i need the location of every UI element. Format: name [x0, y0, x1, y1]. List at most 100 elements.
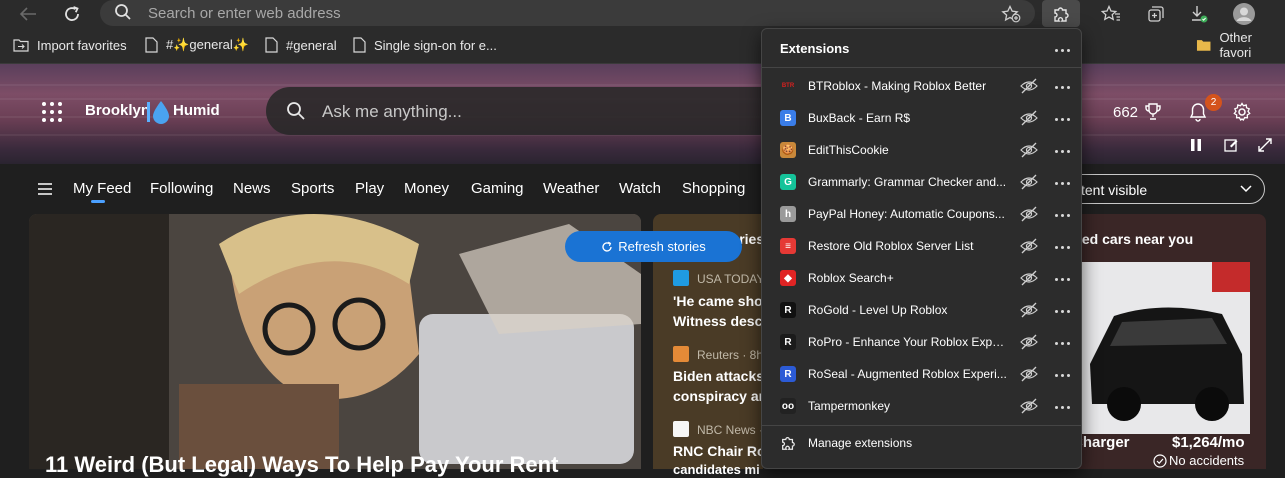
apps-grid-icon[interactable]	[42, 102, 62, 122]
pause-icon[interactable]	[1187, 136, 1205, 154]
favorite-general[interactable]: #general	[265, 27, 337, 63]
hide-from-toolbar-icon[interactable]	[1020, 206, 1038, 222]
story-source: NBC News ·	[697, 423, 764, 437]
story-headline[interactable]: 'He came shoo	[673, 293, 771, 309]
active-tab-indicator	[91, 200, 105, 203]
favorites-icon[interactable]	[1098, 0, 1124, 27]
nav-play[interactable]: Play	[355, 180, 384, 197]
extension-item[interactable]: ◆ Roblox Search+	[762, 262, 1081, 294]
page-icon	[265, 37, 278, 53]
rewards-points[interactable]: 662	[1113, 104, 1138, 121]
nav-following[interactable]: Following	[150, 180, 213, 197]
extension-item[interactable]: h PayPal Honey: Automatic Coupons...	[762, 198, 1081, 230]
extension-more-options-icon[interactable]	[1052, 107, 1072, 127]
usa-today-logo-icon	[673, 270, 689, 286]
extensions-panel-more-icon[interactable]	[1052, 38, 1072, 58]
refresh-icon[interactable]	[58, 0, 86, 27]
hide-from-toolbar-icon[interactable]	[1020, 334, 1038, 350]
weather-condition[interactable]: Humid	[173, 102, 220, 119]
nav-watch[interactable]: Watch	[619, 180, 661, 197]
cars-near-you-card[interactable]	[1062, 214, 1266, 469]
fullscreen-expand-icon[interactable]	[1256, 136, 1274, 154]
nav-sports[interactable]: Sports	[291, 180, 334, 197]
favorite-general-sparkle[interactable]: #✨general✨	[145, 27, 249, 63]
extension-item[interactable]: 🍪 EditThisCookie	[762, 134, 1081, 166]
car-note: No accidents	[1153, 453, 1244, 468]
favorite-sso[interactable]: Single sign-on for e...	[353, 27, 497, 63]
extension-item[interactable]: B BuxBack - Earn R$	[762, 102, 1081, 134]
extension-more-options-icon[interactable]	[1052, 299, 1072, 319]
back-icon[interactable]	[14, 0, 42, 27]
extension-more-options-icon[interactable]	[1052, 331, 1072, 351]
extension-more-options-icon[interactable]	[1052, 203, 1072, 223]
extension-more-options-icon[interactable]	[1052, 171, 1072, 191]
extension-more-options-icon[interactable]	[1052, 267, 1072, 287]
hide-from-toolbar-icon[interactable]	[1020, 302, 1038, 318]
nav-shopping[interactable]: Shopping	[682, 180, 745, 197]
favorite-import[interactable]: Import favorites	[13, 27, 127, 63]
extension-item[interactable]: R RoPro - Enhance Your Roblox Expe...	[762, 326, 1081, 358]
nav-money[interactable]: Money	[404, 180, 449, 197]
hide-from-toolbar-icon[interactable]	[1020, 398, 1038, 414]
story-headline[interactable]: candidates mi	[673, 462, 760, 477]
page-header-banner: Brooklyn Humid 662 2	[0, 64, 1285, 164]
extension-more-options-icon[interactable]	[1052, 235, 1072, 255]
extension-logo-icon: h	[780, 206, 796, 222]
extension-item[interactable]: G Grammarly: Grammar Checker and...	[762, 166, 1081, 198]
extension-item[interactable]: R RoGold - Level Up Roblox	[762, 294, 1081, 326]
extension-logo-icon: BTR	[781, 83, 795, 89]
address-bar[interactable]	[100, 0, 1035, 26]
favorite-label: Single sign-on for e...	[374, 37, 497, 53]
story-headline[interactable]: Biden attacks	[673, 368, 764, 384]
nav-gaming[interactable]: Gaming	[471, 180, 524, 197]
content-visibility-label: tent visible	[1081, 182, 1148, 198]
nav-weather[interactable]: Weather	[543, 180, 599, 197]
refresh-stories-button[interactable]: Refresh stories	[565, 231, 742, 262]
extensions-button[interactable]	[1042, 0, 1080, 27]
favorite-other-folder[interactable]: Other favori	[1196, 27, 1285, 63]
hide-from-toolbar-icon[interactable]	[1020, 110, 1038, 126]
weather-city[interactable]: Brooklyn	[85, 102, 150, 119]
edit-background-icon[interactable]	[1222, 136, 1240, 154]
extension-more-options-icon[interactable]	[1052, 363, 1072, 383]
hide-from-toolbar-icon[interactable]	[1020, 78, 1038, 94]
add-favorite-icon[interactable]	[998, 0, 1024, 27]
nav-my-feed[interactable]: My Feed	[73, 180, 131, 197]
story-headline[interactable]: Witness descr	[673, 313, 768, 329]
hide-from-toolbar-icon[interactable]	[1020, 366, 1038, 382]
extension-more-options-icon[interactable]	[1052, 75, 1072, 95]
web-search-box[interactable]	[266, 87, 806, 135]
manage-extensions-row[interactable]: Manage extensions	[762, 427, 1081, 459]
hamburger-menu-icon[interactable]	[36, 179, 54, 199]
extension-item[interactable]: BTR BTRoblox - Making Roblox Better	[762, 70, 1081, 102]
extension-name: RoSeal - Augmented Roblox Experi...	[808, 367, 1007, 381]
web-search-input[interactable]	[322, 101, 762, 123]
story-headline[interactable]: RNC Chair Ron	[673, 443, 774, 459]
hide-from-toolbar-icon[interactable]	[1020, 270, 1038, 286]
content-visibility-dropdown[interactable]: tent visible	[1062, 174, 1265, 204]
extension-more-options-icon[interactable]	[1052, 395, 1072, 415]
hide-from-toolbar-icon[interactable]	[1020, 142, 1038, 158]
humidity-drop-icon	[147, 101, 169, 124]
extension-item[interactable]: oo Tampermonkey	[762, 390, 1081, 422]
hero-story-card[interactable]	[29, 214, 641, 469]
extensions-panel-header: Extensions	[762, 29, 1081, 67]
manage-extensions-label: Manage extensions	[808, 436, 913, 450]
extension-name: Roblox Search+	[808, 271, 894, 285]
hide-from-toolbar-icon[interactable]	[1020, 238, 1038, 254]
trophy-icon[interactable]	[1142, 100, 1164, 124]
car-note-label: No accidents	[1169, 453, 1245, 468]
collections-icon[interactable]	[1142, 0, 1168, 27]
downloads-icon[interactable]	[1186, 0, 1212, 27]
hide-from-toolbar-icon[interactable]	[1020, 174, 1038, 190]
hero-story-title[interactable]: 11 Weird (But Legal) Ways To Help Pay Yo…	[45, 452, 558, 478]
profile-avatar-icon[interactable]	[1230, 0, 1258, 27]
extension-item[interactable]: R RoSeal - Augmented Roblox Experi...	[762, 358, 1081, 390]
settings-gear-icon[interactable]	[1230, 100, 1254, 124]
extension-item[interactable]: ≡ Restore Old Roblox Server List	[762, 230, 1081, 262]
address-input[interactable]	[148, 3, 948, 23]
notification-badge: 2	[1205, 94, 1222, 111]
extension-logo-icon: 🍪	[780, 142, 796, 158]
extension-more-options-icon[interactable]	[1052, 139, 1072, 159]
nav-news[interactable]: News	[233, 180, 271, 197]
